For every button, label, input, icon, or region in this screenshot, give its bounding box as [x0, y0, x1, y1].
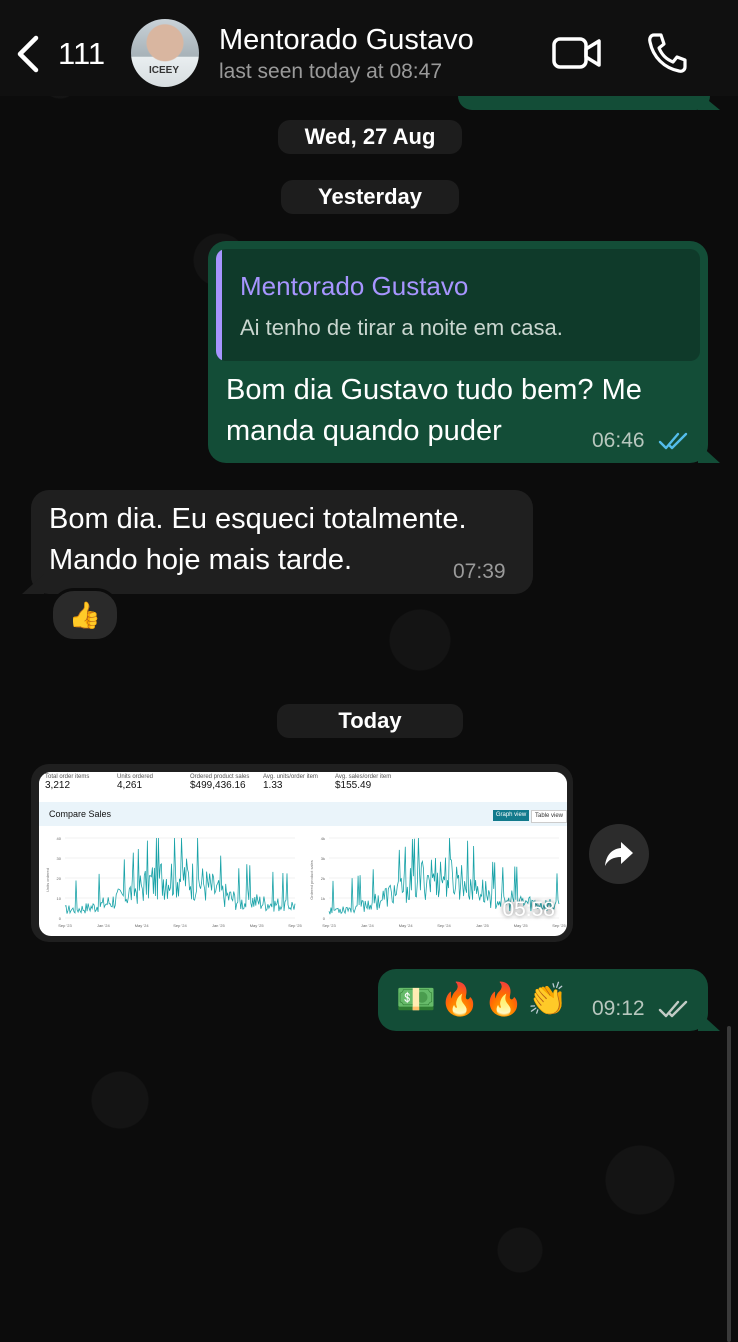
metric-value: $155.49	[335, 780, 372, 791]
metrics-row: Total order items 3,212 Units ordered 4,…	[39, 772, 567, 803]
outgoing-message[interactable]: 💵🔥🔥👏 09:12	[378, 969, 708, 1031]
y-tick-label: 3k	[321, 856, 325, 861]
y-tick-label: 30	[57, 856, 62, 861]
incoming-message[interactable]: Bom dia. Eu esqueci totalmente. Mando ho…	[31, 490, 533, 594]
message-text-line: manda quando puder	[226, 415, 502, 447]
quote-author: Mentorado Gustavo	[240, 271, 469, 301]
back-chevron-icon[interactable]	[14, 34, 44, 74]
x-tick-label: Sep '25	[552, 923, 566, 928]
x-tick-label: May '25	[514, 923, 529, 928]
x-tick-label: Sep '25	[288, 923, 302, 928]
y-tick-label: 0	[59, 916, 62, 921]
x-tick-label: Jan '25	[212, 923, 226, 928]
quote-accent-bar	[216, 249, 222, 361]
x-tick-label: Jan '24	[361, 923, 375, 928]
delivered-double-check-icon	[658, 1000, 688, 1018]
y-tick-label: 4k	[321, 836, 325, 841]
contact-name[interactable]: Mentorado Gustavo	[219, 24, 474, 57]
compare-sales-title: Compare Sales	[49, 809, 112, 819]
metric: Units ordered 4,261	[117, 774, 153, 791]
message-text-line: Bom dia Gustavo tudo bem? Me	[226, 374, 642, 406]
metric-value: 4,261	[117, 780, 143, 791]
message-time: 09:12	[592, 997, 645, 1020]
scrollbar[interactable]	[727, 1026, 731, 1342]
date-separator: Wed, 27 Aug	[278, 120, 462, 154]
table-view-button: Table view	[531, 810, 567, 823]
graph-view-button: Graph view	[493, 810, 529, 821]
outgoing-message[interactable]: Mentorado Gustavo Ai tenho de tirar a no…	[208, 241, 708, 463]
forward-arrow-icon	[605, 842, 633, 866]
avatar-shirt-text: ICEEY	[149, 65, 180, 76]
sales-dashboard-image[interactable]: Total order items 3,212 Units ordered 4,…	[39, 772, 567, 936]
y-tick-label: 1k	[321, 896, 325, 901]
video-call-icon[interactable]	[552, 36, 602, 70]
emoji-text: 💵🔥🔥👏	[396, 981, 572, 1017]
metric-value: $499,436.16	[190, 780, 246, 791]
units-chart: 40 30 20 10 0 Units ordered Sep '23 Jan '24 May …	[45, 836, 302, 928]
metric-value: 1.33	[263, 780, 283, 791]
x-tick-label: May '24	[135, 923, 150, 928]
x-tick-label: Jan '24	[97, 923, 111, 928]
avatar[interactable]: ICEEY	[131, 19, 199, 87]
read-double-check-icon	[658, 432, 688, 450]
x-tick-label: Sep '23	[322, 923, 336, 928]
metric: Ordered product sales $499,436.16	[190, 774, 249, 791]
metric-value: 3,212	[45, 780, 71, 791]
image-message[interactable]: Total order items 3,212 Units ordered 4,…	[31, 764, 573, 942]
message-text-line: Bom dia. Eu esqueci totalmente.	[49, 503, 467, 535]
forward-button[interactable]	[589, 824, 649, 884]
x-tick-label: Sep '23	[58, 923, 72, 928]
x-tick-label: Sep '24	[173, 923, 187, 928]
message-time: 07:39	[453, 560, 506, 583]
reaction-badge[interactable]: 👍	[50, 588, 120, 642]
message-time: 05:58	[502, 898, 555, 921]
date-separator: Today	[277, 704, 463, 738]
x-tick-label: May '24	[399, 923, 414, 928]
voice-call-icon[interactable]	[646, 32, 688, 74]
y-axis-label: Ordered product sales	[309, 860, 314, 900]
quote-text: Ai tenho de tirar a noite em casa.	[240, 315, 563, 340]
message-text-line: Mando hoje mais tarde.	[49, 544, 353, 576]
y-tick-label: 20	[57, 876, 62, 881]
compare-sales-bar: Compare Sales Graph view Table view	[39, 802, 567, 826]
sales-series-line	[64, 837, 296, 915]
y-tick-label: 40	[57, 836, 62, 841]
last-seen-status: last seen today at 08:47	[219, 60, 442, 83]
message-time: 06:46	[592, 429, 645, 452]
y-tick-label: 2k	[321, 876, 325, 881]
metric: Avg. units/order item 1.33	[263, 774, 318, 791]
chat-header: 111 ICEEY Mentorado Gustavo last seen to…	[0, 0, 738, 96]
y-axis-label: Units ordered	[45, 868, 50, 892]
x-tick-label: Jan '25	[476, 923, 490, 928]
quoted-message[interactable]: Mentorado Gustavo Ai tenho de tirar a no…	[216, 249, 700, 361]
y-tick-label: 10	[57, 896, 62, 901]
date-separator: Yesterday	[281, 180, 459, 214]
x-tick-label: May '25	[250, 923, 265, 928]
unread-count[interactable]: 111	[58, 36, 105, 72]
x-tick-label: Sep '24	[437, 923, 451, 928]
metric: Total order items 3,212	[45, 774, 89, 791]
y-tick-label: 0	[323, 916, 326, 921]
metric: Avg. sales/order item $155.49	[335, 774, 391, 791]
